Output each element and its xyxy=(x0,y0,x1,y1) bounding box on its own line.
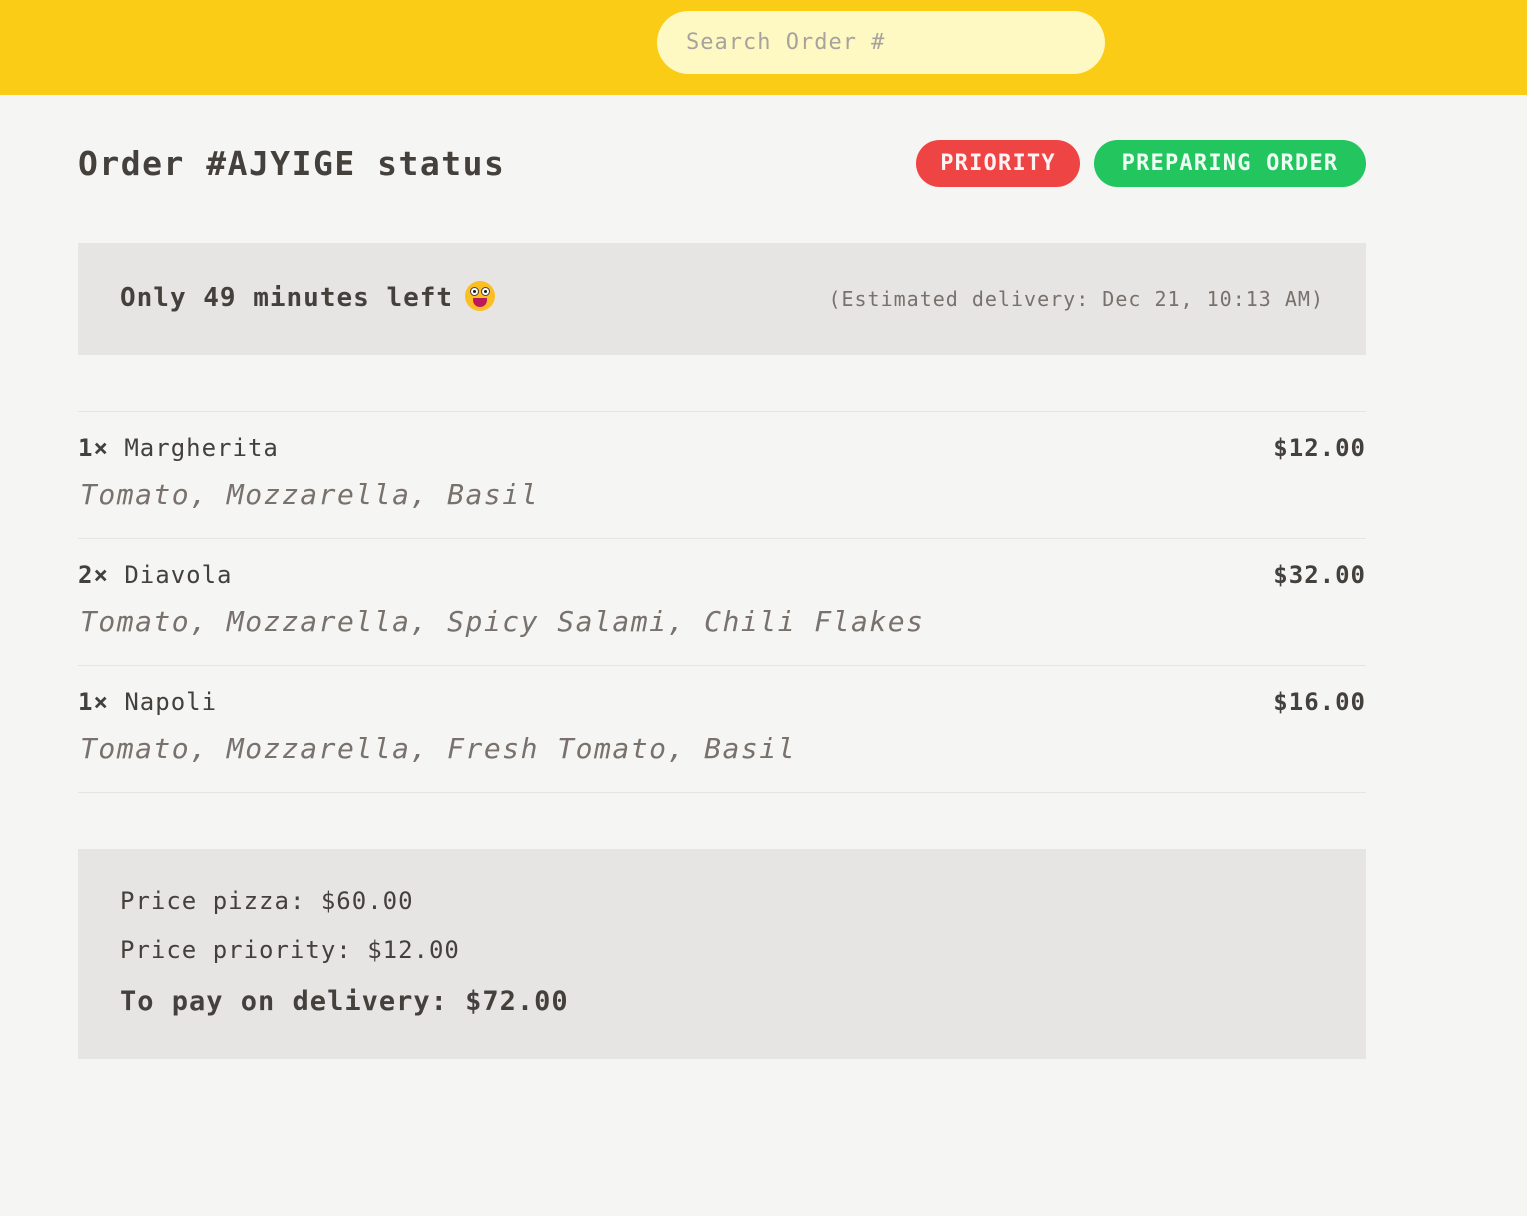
item-name: Napoli xyxy=(124,688,218,716)
total-to-pay: To pay on delivery: $72.00 xyxy=(120,986,569,1017)
price-summary-panel: Price pizza: $60.00 Price priority: $12.… xyxy=(78,849,1366,1059)
item-price: $32.00 xyxy=(1273,561,1366,589)
item-ingredients: Tomato, Mozzarella, Basil xyxy=(80,478,539,511)
list-item: 1× Margherita $12.00 Tomato, Mozzarella,… xyxy=(78,412,1366,539)
item-ingredients: Tomato, Mozzarella, Spicy Salami, Chili … xyxy=(80,605,925,638)
item-quantity: 1× xyxy=(78,688,109,716)
item-name: Diavola xyxy=(124,561,233,589)
item-ingredients: Tomato, Mozzarella, Fresh Tomato, Basil xyxy=(80,732,796,765)
order-items-list: 1× Margherita $12.00 Tomato, Mozzarella,… xyxy=(78,411,1366,793)
item-quantity: 1× xyxy=(78,434,109,462)
item-title: 1× Napoli xyxy=(78,688,217,716)
delivery-countdown-panel: Only 49 minutes left (Estimated delivery… xyxy=(78,243,1366,355)
item-quantity: 2× xyxy=(78,561,109,589)
item-price: $12.00 xyxy=(1273,434,1366,462)
price-priority: Price priority: $12.00 xyxy=(120,936,460,964)
item-name: Margherita xyxy=(124,434,279,462)
top-header xyxy=(0,0,1527,95)
item-title: 1× Margherita xyxy=(78,434,279,462)
list-item: 1× Napoli $16.00 Tomato, Mozzarella, Fre… xyxy=(78,666,1366,793)
grinning-face-icon xyxy=(465,281,496,311)
priority-badge: PRIORITY xyxy=(916,140,1080,187)
countdown-message: Only 49 minutes left xyxy=(120,281,496,313)
item-title: 2× Diavola xyxy=(78,561,233,589)
price-pizza: Price pizza: $60.00 xyxy=(120,887,414,915)
countdown-text: Only 49 minutes left xyxy=(120,283,454,313)
status-badge: PREPARING ORDER xyxy=(1094,140,1366,187)
search-order-input[interactable] xyxy=(657,11,1105,74)
list-item: 2× Diavola $32.00 Tomato, Mozzarella, Sp… xyxy=(78,539,1366,666)
page-title: Order #AJYIGE status xyxy=(78,144,506,183)
item-price: $16.00 xyxy=(1273,688,1366,716)
estimated-delivery: (Estimated delivery: Dec 21, 10:13 AM) xyxy=(828,287,1324,311)
